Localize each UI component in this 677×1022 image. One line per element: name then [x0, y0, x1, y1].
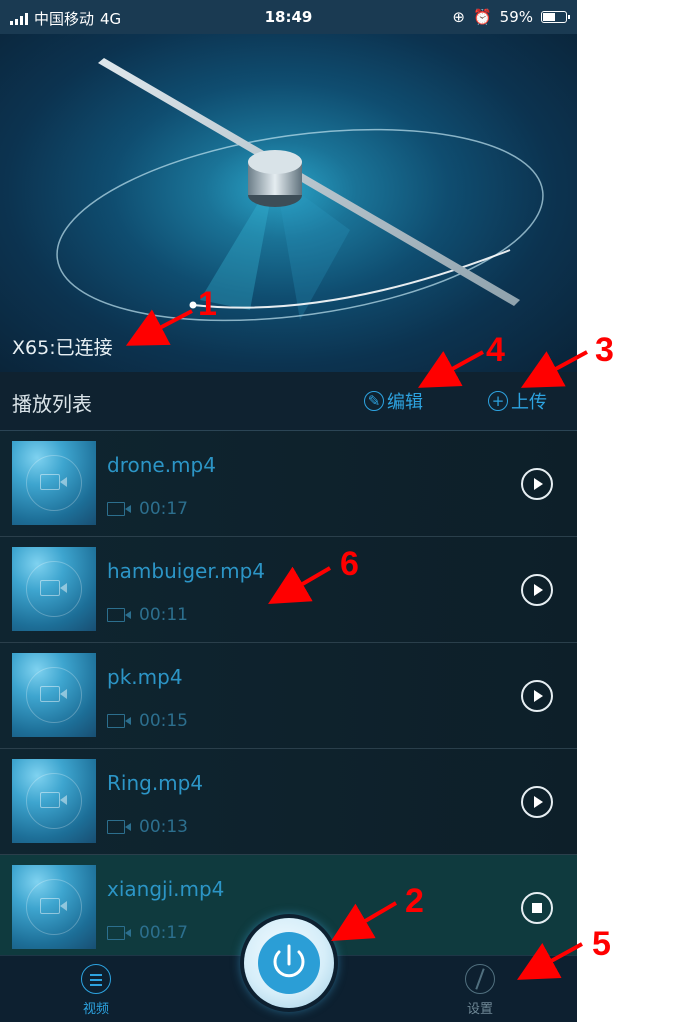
- annotation-arrows: [125, 309, 588, 980]
- annotation-2: 2: [405, 882, 424, 920]
- annotation-1: 1: [198, 285, 217, 323]
- annotation-6: 6: [340, 545, 359, 583]
- annotation-3: 3: [595, 331, 614, 369]
- annotation-4: 4: [486, 331, 505, 369]
- annotation-5: 5: [592, 925, 611, 963]
